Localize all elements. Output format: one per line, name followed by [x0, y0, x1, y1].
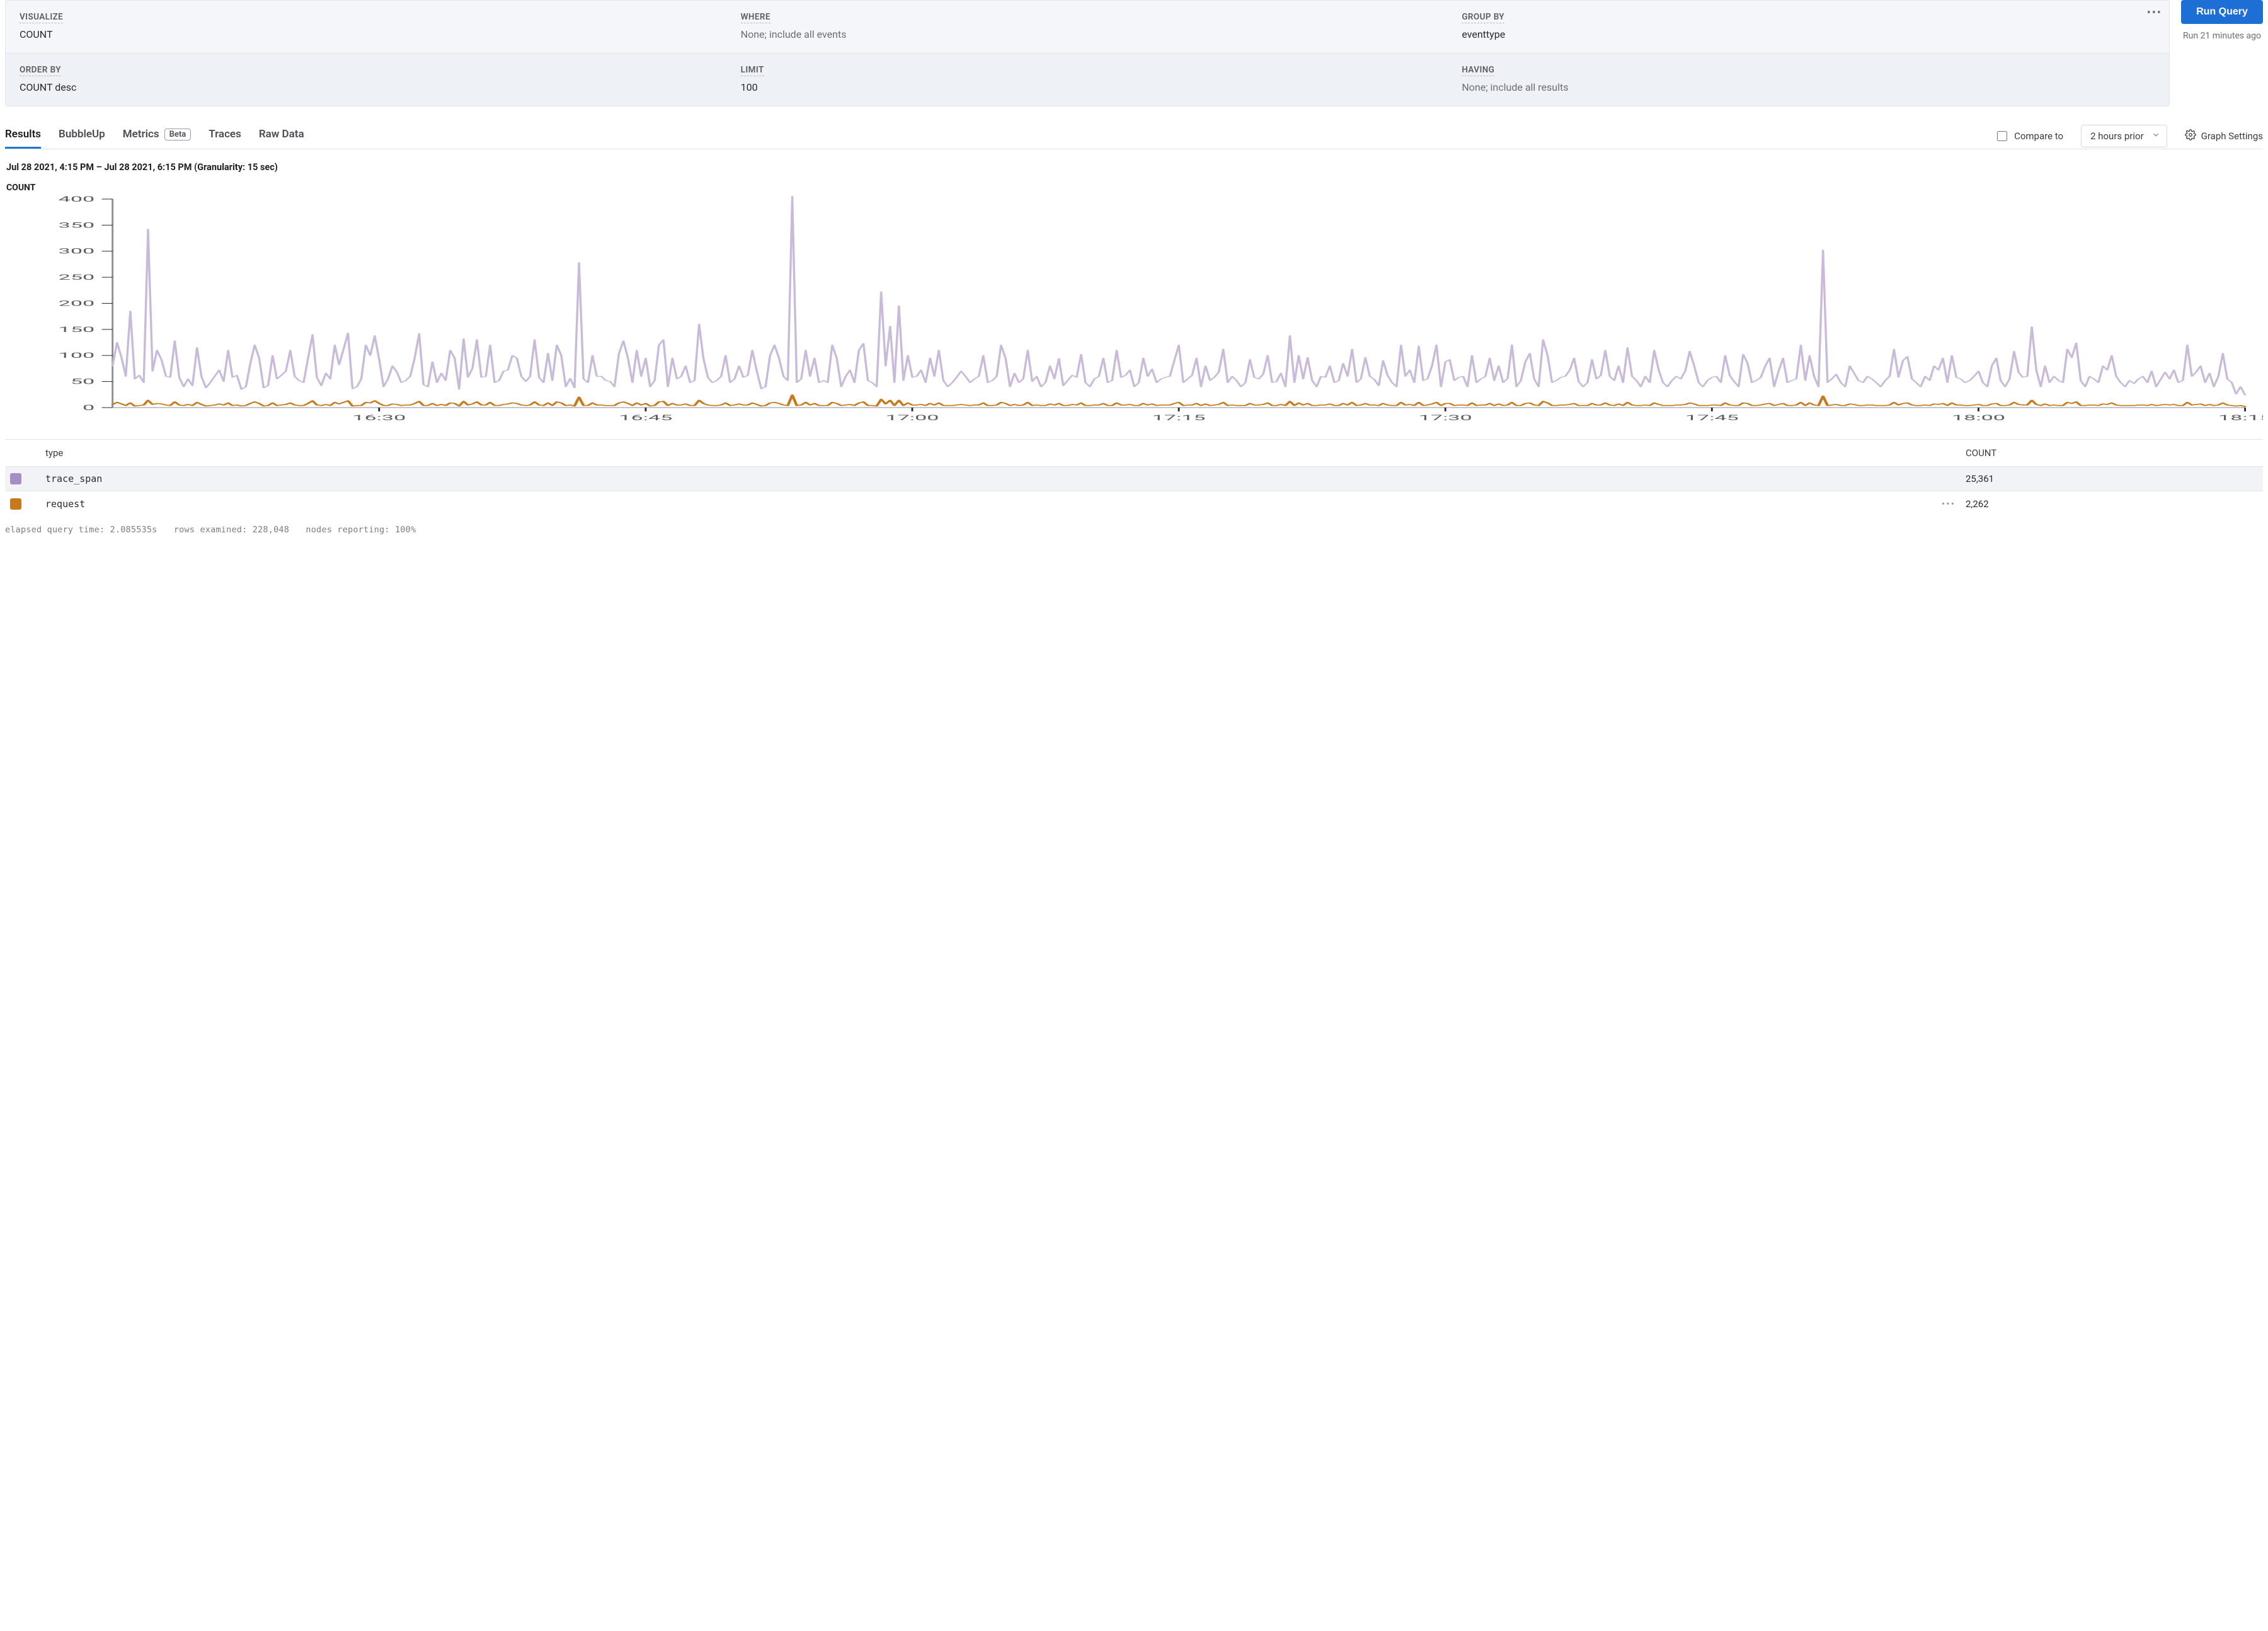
svg-text:16:45: 16:45: [619, 413, 672, 422]
query-builder: VISUALIZE COUNT WHERE None; include all eve…: [5, 0, 2170, 106]
svg-text:17:45: 17:45: [1685, 413, 1739, 422]
query-clause-limit[interactable]: LIMIT 100: [727, 54, 1448, 106]
svg-text:18:15: 18:15: [2218, 413, 2263, 422]
query-builder-more-icon[interactable]: •••: [2147, 6, 2162, 20]
results-table: type COUNT trace_span25,361request•••2,2…: [5, 439, 2263, 516]
table-row[interactable]: request•••2,262: [5, 491, 2263, 516]
query-clause-order-by[interactable]: ORDER BY COUNT desc: [6, 54, 727, 106]
svg-text:250: 250: [59, 273, 95, 282]
svg-text:350: 350: [59, 221, 95, 230]
run-query-button[interactable]: Run Query: [2181, 0, 2263, 24]
clause-label: WHERE: [741, 12, 770, 23]
graph-settings-label: Graph Settings: [2201, 130, 2263, 142]
clause-value: None; include all events: [741, 28, 1435, 40]
query-clause-visualize[interactable]: VISUALIZE COUNT: [6, 1, 727, 53]
compare-to-selected: 2 hours prior: [2090, 130, 2144, 142]
time-range-label: Jul 28 2021, 4:15 PM – Jul 28 2021, 6:15…: [6, 162, 2263, 173]
row-more-icon[interactable]: [1935, 472, 1961, 485]
status-nodes: nodes reporting: 100%: [306, 525, 416, 535]
tab-label: Results: [5, 128, 41, 140]
tab-badge: Beta: [164, 129, 192, 140]
compare-to[interactable]: Compare to: [1995, 129, 2063, 143]
tab-label: BubbleUp: [59, 128, 105, 140]
svg-text:17:00: 17:00: [886, 413, 939, 422]
tab-label: Raw Data: [259, 128, 304, 140]
tab-raw-data[interactable]: Raw Data: [259, 123, 304, 149]
svg-text:17:15: 17:15: [1152, 413, 1206, 422]
row-more-icon[interactable]: •••: [1935, 491, 1961, 516]
tab-label: Traces: [209, 128, 241, 140]
clause-label: LIMIT: [741, 65, 764, 76]
series-swatch: [10, 498, 21, 510]
table-row[interactable]: trace_span 25,361: [5, 466, 2263, 491]
clause-label: VISUALIZE: [20, 12, 63, 23]
tab-bubbleup[interactable]: BubbleUp: [59, 123, 105, 149]
chevron-down-icon: [2151, 130, 2160, 142]
tab-metrics[interactable]: Metrics Beta: [123, 123, 191, 149]
svg-text:200: 200: [59, 299, 95, 308]
svg-text:300: 300: [59, 247, 95, 256]
graph-settings-button[interactable]: Graph Settings: [2185, 129, 2263, 143]
clause-label: HAVING: [1462, 65, 1494, 76]
svg-text:16:30: 16:30: [352, 413, 406, 422]
query-status: elapsed query time: 2.085535s rows exami…: [5, 525, 2263, 535]
tab-traces[interactable]: Traces: [209, 123, 241, 149]
svg-text:150: 150: [59, 325, 95, 334]
svg-text:100: 100: [59, 351, 95, 360]
tab-results[interactable]: Results: [5, 123, 41, 149]
table-header-type[interactable]: type: [40, 440, 1935, 466]
chart-y-label: COUNT: [6, 183, 2263, 193]
clause-label: GROUP BY: [1462, 12, 1504, 23]
compare-to-checkbox[interactable]: [1997, 131, 2007, 141]
cell-count: 2,262: [1961, 492, 2263, 516]
tab-label: Metrics: [123, 128, 159, 140]
clause-value: eventtype: [1462, 28, 2155, 40]
compare-to-dropdown[interactable]: 2 hours prior: [2081, 125, 2167, 147]
run-query-subtext: Run 21 minutes ago: [2183, 30, 2261, 42]
clause-label: ORDER BY: [20, 65, 61, 76]
clause-value: COUNT desc: [20, 81, 713, 93]
status-elapsed: elapsed query time: 2.085535s: [5, 525, 158, 535]
cell-count: 25,361: [1961, 467, 2263, 491]
cell-type: trace_span: [40, 467, 1935, 491]
svg-text:17:30: 17:30: [1419, 413, 1472, 422]
status-rows: rows examined: 228,048: [174, 525, 289, 535]
table-header-count[interactable]: COUNT: [1961, 440, 2263, 466]
query-clause-where[interactable]: WHERE None; include all events: [727, 1, 1448, 53]
svg-text:50: 50: [71, 377, 94, 386]
query-clause-group-by[interactable]: GROUP BY eventtype: [1448, 1, 2169, 53]
clause-value: None; include all results: [1462, 81, 2155, 93]
cell-type: request: [40, 492, 1935, 516]
results-chart[interactable]: 0 50 100 150 200 250 300 350 400 16:30 16:45 17:00 1…: [5, 195, 2263, 425]
svg-text:400: 400: [59, 195, 95, 203]
svg-text:18:00: 18:00: [1952, 413, 2005, 422]
compare-to-label: Compare to: [2014, 130, 2063, 142]
query-clause-having[interactable]: HAVING None; include all results: [1448, 54, 2169, 106]
svg-text:0: 0: [83, 403, 94, 412]
series-swatch: [10, 473, 21, 484]
clause-value: 100: [741, 81, 1435, 93]
clause-value: COUNT: [20, 28, 713, 40]
gear-icon: [2185, 129, 2196, 143]
